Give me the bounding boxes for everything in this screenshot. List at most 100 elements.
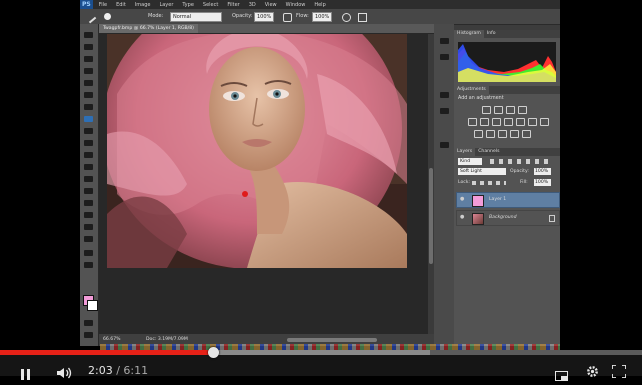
pause-icon[interactable] (20, 365, 31, 380)
lock-icons[interactable] (472, 181, 506, 185)
airbrush-icon[interactable] (342, 13, 351, 22)
move-tool-icon[interactable] (84, 32, 93, 38)
pen-tool-icon[interactable] (84, 200, 93, 206)
eyedropper-tool-icon[interactable] (84, 92, 93, 98)
miniplayer-icon[interactable] (555, 366, 568, 381)
tab-adjustments[interactable]: Adjustments (454, 86, 489, 94)
paragraph-panel-icon[interactable] (440, 108, 449, 114)
layers-panel: Layers Channels Kind Soft Light Opacity: … (454, 148, 560, 346)
exposure-icon[interactable] (518, 106, 527, 114)
layer-row-background[interactable]: ● Background (456, 210, 560, 226)
brush-preset-icon[interactable] (104, 13, 111, 20)
histogram-panel-tabs: Histogram Info (454, 30, 560, 38)
menu-filter[interactable]: Filter (227, 2, 239, 8)
quick-select-tool-icon[interactable] (84, 68, 93, 74)
properties-panel-icon[interactable] (440, 54, 449, 60)
mode-select[interactable]: Normal (170, 12, 222, 22)
layer-row-layer-1[interactable]: ● Layer 1 (456, 192, 560, 208)
canvas-image[interactable] (107, 34, 407, 268)
zoom-level[interactable]: 66.67% (103, 337, 121, 342)
tab-layers[interactable]: Layers (454, 148, 476, 156)
settings-icon[interactable] (586, 363, 599, 377)
pressure-size-icon[interactable] (358, 13, 367, 22)
layer-filter-kind[interactable]: Kind (458, 158, 482, 165)
dodge-tool-icon[interactable] (84, 188, 93, 194)
options-bar: Mode: Normal Opacity: 100% Flow: 100% (80, 9, 560, 25)
tools-panel (80, 24, 99, 346)
opacity-field[interactable]: 100% (254, 12, 274, 22)
zoom-tool-icon[interactable] (84, 262, 93, 268)
eraser-tool-icon[interactable] (84, 152, 93, 158)
portrait-photo (107, 34, 407, 268)
menu-help[interactable]: Help (314, 2, 325, 8)
menu-view[interactable]: View (265, 2, 277, 8)
vibrance-icon[interactable] (468, 118, 477, 126)
curves-icon[interactable] (506, 106, 515, 114)
menu-layer[interactable]: Layer (159, 2, 173, 8)
gradient-map-icon[interactable] (510, 130, 519, 138)
background-color-swatch[interactable] (87, 300, 98, 311)
healing-tool-icon[interactable] (84, 104, 93, 110)
tab-histogram[interactable]: Histogram (454, 30, 484, 38)
pressure-opacity-icon[interactable] (283, 13, 292, 22)
fullscreen-icon[interactable] (611, 363, 627, 379)
type-tool-icon[interactable] (84, 212, 93, 218)
channel-mixer-icon[interactable] (528, 118, 537, 126)
volume-icon[interactable] (56, 364, 74, 379)
blend-mode-select[interactable]: Soft Light (458, 168, 506, 175)
color-balance-icon[interactable] (492, 118, 501, 126)
menu-edit[interactable]: Edit (116, 2, 126, 8)
fill-field[interactable]: 100% (534, 179, 551, 186)
quick-mask-icon[interactable] (84, 320, 93, 326)
menu-type[interactable]: Type (182, 2, 193, 8)
adjustments-panel: Adjustments Add an adjustment (454, 86, 560, 149)
visibility-eye-icon[interactable]: ● (460, 197, 466, 202)
layer-filter-icons[interactable] (490, 159, 550, 164)
brightness-contrast-icon[interactable] (482, 106, 491, 114)
character-panel-icon[interactable] (440, 92, 449, 98)
menu-3d[interactable]: 3D (249, 2, 256, 8)
histogram-graph (458, 42, 556, 82)
blur-tool-icon[interactable] (84, 176, 93, 182)
black-white-icon[interactable] (504, 118, 513, 126)
brush-tool-icon[interactable] (84, 116, 93, 122)
screen-mode-icon[interactable] (84, 332, 93, 338)
photo-filter-icon[interactable] (516, 118, 525, 126)
hand-tool-icon[interactable] (84, 250, 93, 256)
hue-saturation-icon[interactable] (480, 118, 489, 126)
duration: 6:11 (123, 364, 149, 377)
collapsed-panel-dock (434, 24, 454, 346)
menu-file[interactable]: File (99, 2, 107, 8)
video-letterbox-left (0, 0, 80, 350)
history-panel-icon[interactable] (440, 38, 449, 44)
levels-icon[interactable] (494, 106, 503, 114)
menu-window[interactable]: Window (286, 2, 306, 8)
vertical-scroll-thumb[interactable] (429, 168, 433, 264)
invert-icon[interactable] (474, 130, 483, 138)
selective-color-icon[interactable] (522, 130, 531, 138)
crop-tool-icon[interactable] (84, 80, 93, 86)
shape-tool-icon[interactable] (84, 236, 93, 242)
path-select-tool-icon[interactable] (84, 224, 93, 230)
lock-icon (549, 215, 555, 222)
marquee-tool-icon[interactable] (84, 44, 93, 50)
menu-select[interactable]: Select (203, 2, 218, 8)
history-brush-tool-icon[interactable] (84, 140, 93, 146)
flow-field[interactable]: 100% (312, 12, 332, 22)
menu-image[interactable]: Image (135, 2, 151, 8)
gradient-tool-icon[interactable] (84, 164, 93, 170)
color-lookup-icon[interactable] (540, 118, 549, 126)
lasso-tool-icon[interactable] (84, 56, 93, 62)
tab-channels[interactable]: Channels (475, 149, 502, 154)
layer-opacity-field[interactable]: 100% (534, 168, 551, 175)
posterize-icon[interactable] (486, 130, 495, 138)
tab-info[interactable]: Info (484, 31, 499, 36)
brush-tool-icon[interactable] (83, 10, 97, 24)
document-tab[interactable]: Twagpfr.bmp @ 66.7% (Layer 1, RGB/8) (99, 24, 434, 33)
visibility-eye-icon[interactable]: ● (460, 215, 466, 220)
brush-panel-icon[interactable] (440, 142, 449, 148)
clone-stamp-tool-icon[interactable] (84, 128, 93, 134)
layer-name: Background (489, 215, 517, 220)
horizontal-scroll-thumb[interactable] (287, 338, 377, 342)
threshold-icon[interactable] (498, 130, 507, 138)
